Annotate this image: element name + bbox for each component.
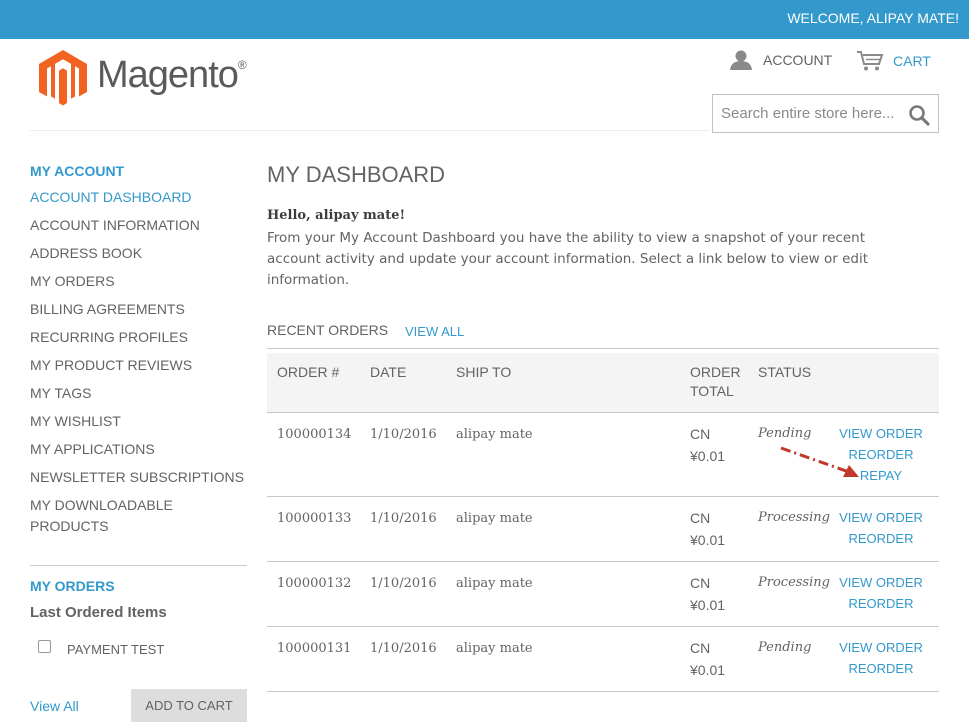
order-number: 100000131 (277, 641, 352, 656)
search-input[interactable] (713, 95, 903, 132)
order-status: Pending (758, 640, 812, 655)
sidebar-item-my-orders[interactable]: MY ORDERS (30, 271, 247, 292)
order-status: Processing (758, 510, 830, 525)
logo-text: Magento® (97, 54, 247, 96)
magento-logo-icon (39, 50, 87, 106)
account-sidebar: MY ACCOUNT ACCOUNT DASHBOARD ACCOUNT INF… (30, 160, 247, 537)
order-number: 100000134 (277, 427, 352, 442)
order-number: 100000132 (277, 576, 352, 591)
sidebar-divider (30, 565, 247, 566)
sidebar-item-account-information[interactable]: ACCOUNT INFORMATION (30, 215, 247, 236)
account-label: ACCOUNT (763, 52, 833, 68)
table-row: 100000133 1/10/2016 alipay mate CN ¥0.01… (267, 497, 939, 562)
column-ship-to: SHIP TO (456, 364, 512, 380)
order-ship-to: alipay mate (456, 641, 533, 656)
view-all-recent-orders-link[interactable]: VIEW ALL (405, 324, 464, 339)
reorder-link[interactable]: REORDER (833, 593, 929, 614)
view-order-link[interactable]: VIEW ORDER (833, 572, 929, 593)
sidebar-title: MY ACCOUNT (30, 163, 125, 179)
orders-table-header: ORDER # DATE SHIP TO ORDER TOTAL STATUS (267, 353, 939, 412)
sidebar-item-my-wishlist[interactable]: MY WISHLIST (30, 411, 247, 432)
sidebar-item-account-dashboard[interactable]: ACCOUNT DASHBOARD (30, 187, 247, 208)
order-actions: VIEW ORDER REORDER (829, 572, 929, 614)
user-icon (730, 50, 752, 70)
order-date: 1/10/2016 (370, 427, 437, 442)
sidebar-item-my-applications[interactable]: MY APPLICATIONS (30, 439, 247, 460)
order-ship-to: alipay mate (456, 427, 533, 442)
view-all-orders-link[interactable]: View All (30, 698, 79, 714)
view-order-link[interactable]: VIEW ORDER (833, 637, 929, 658)
sidebar-item-downloadable-products[interactable]: MY DOWNLOADABLE PRODUCTS (30, 495, 200, 537)
sidebar-item-product-reviews[interactable]: MY PRODUCT REVIEWS (30, 355, 247, 376)
cart-label: CART (893, 53, 931, 69)
store-logo[interactable]: Magento® (39, 50, 247, 108)
sidebar-item-my-tags[interactable]: MY TAGS (30, 383, 247, 404)
cart-icon (857, 51, 884, 71)
table-row: 100000134 1/10/2016 alipay mate CN ¥0.01… (267, 412, 939, 497)
reorder-link[interactable]: REORDER (833, 658, 929, 679)
last-ordered-heading: Last Ordered Items (30, 604, 167, 621)
top-bar: WELCOME, ALIPAY MATE! (0, 0, 969, 39)
order-date: 1/10/2016 (370, 511, 437, 526)
welcome-message: WELCOME, ALIPAY MATE! (787, 10, 959, 26)
order-date: 1/10/2016 (370, 641, 437, 656)
column-date: DATE (370, 364, 407, 380)
order-total: CN ¥0.01 (690, 510, 726, 548)
view-order-link[interactable]: VIEW ORDER (833, 423, 929, 444)
recent-orders-title: RECENT ORDERS (267, 322, 389, 338)
order-total: CN ¥0.01 (690, 640, 726, 678)
my-orders-title: MY ORDERS (30, 578, 115, 594)
item-checkbox[interactable] (38, 640, 51, 653)
cart-link[interactable]: CART (856, 50, 931, 72)
header-divider (30, 130, 710, 131)
order-actions: VIEW ORDER REORDER (829, 507, 929, 549)
order-status: Pending (758, 426, 812, 441)
reorder-link[interactable]: REORDER (833, 528, 929, 549)
order-ship-to: alipay mate (456, 576, 533, 591)
search-box (712, 94, 939, 133)
table-row: 100000131 1/10/2016 alipay mate CN ¥0.01… (267, 627, 939, 692)
table-top-border (267, 348, 939, 349)
account-link[interactable]: ACCOUNT (729, 50, 832, 70)
search-icon[interactable] (908, 104, 930, 126)
view-order-link[interactable]: VIEW ORDER (833, 507, 929, 528)
column-order-total: ORDER TOTAL (690, 364, 741, 399)
annotation-arrow-icon (780, 446, 859, 477)
order-total: CN ¥0.01 (690, 426, 726, 464)
add-to-cart-button[interactable]: ADD TO CART (131, 689, 247, 722)
dashboard-intro: From your My Account Dashboard you have … (267, 230, 869, 288)
column-status: STATUS (758, 364, 812, 380)
sidebar-item-billing-agreements[interactable]: BILLING AGREEMENTS (30, 299, 247, 320)
sidebar-item-newsletter-subscriptions[interactable]: NEWSLETTER SUBSCRIPTIONS (30, 467, 247, 488)
order-ship-to: alipay mate (456, 511, 533, 526)
column-order-number: ORDER # (277, 364, 340, 380)
last-ordered-item[interactable]: PAYMENT TEST (67, 642, 164, 657)
table-row: 100000132 1/10/2016 alipay mate CN ¥0.01… (267, 562, 939, 627)
sidebar-item-recurring-profiles[interactable]: RECURRING PROFILES (30, 327, 247, 348)
order-date: 1/10/2016 (370, 576, 437, 591)
order-number: 100000133 (277, 511, 352, 526)
order-total: CN ¥0.01 (690, 575, 726, 613)
order-status: Processing (758, 575, 830, 590)
greeting: Hello, alipay mate! (267, 208, 406, 223)
page-title: MY DASHBOARD (267, 162, 446, 187)
sidebar-item-address-book[interactable]: ADDRESS BOOK (30, 243, 247, 264)
order-actions: VIEW ORDER REORDER (829, 637, 929, 679)
